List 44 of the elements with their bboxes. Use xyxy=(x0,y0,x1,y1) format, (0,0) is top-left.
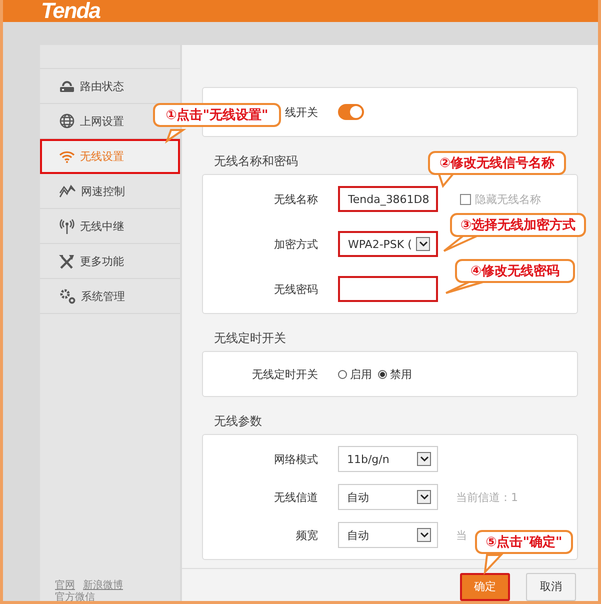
gears-icon xyxy=(59,288,76,304)
field-label: 网络模式 xyxy=(274,452,318,466)
cancel-button[interactable]: 取消 xyxy=(526,572,576,600)
password-field[interactable] xyxy=(338,276,438,302)
field-label: 无线密码 xyxy=(274,282,318,296)
chevron-down-icon xyxy=(418,241,428,247)
text-field[interactable]: Tenda_3861D8 xyxy=(338,186,438,212)
field-label: 加密方式 xyxy=(274,238,318,250)
dropdown[interactable]: 11b/g/n xyxy=(338,446,438,472)
tools-icon xyxy=(59,254,75,268)
field-label: 线开关 xyxy=(285,106,318,118)
chevron-down-icon xyxy=(420,456,428,462)
radio-button[interactable] xyxy=(338,370,347,378)
toggle-switch[interactable] xyxy=(338,104,364,120)
hint-text: 当前信道：1 xyxy=(456,490,518,504)
section-title: 无线参数 xyxy=(214,414,262,429)
section-title: 无线定时开关 xyxy=(214,331,286,346)
dropdown[interactable]: 自动 xyxy=(338,522,438,548)
globe-icon xyxy=(59,113,75,129)
radio-label: 启用 xyxy=(350,366,372,382)
sidebar-item[interactable]: 系统管理 xyxy=(40,279,180,314)
field-label: 无线信道 xyxy=(274,490,318,504)
line-chart-icon xyxy=(59,184,76,198)
router-icon xyxy=(59,79,75,93)
field-label: 频宽 xyxy=(296,528,318,542)
dropdown[interactable]: 自动 xyxy=(338,484,438,510)
field-label: 无线名称 xyxy=(274,192,318,206)
sidebar-item[interactable]: 无线中继 xyxy=(40,209,180,244)
radio-label: 禁用 xyxy=(390,366,412,382)
wifi-icon xyxy=(59,150,75,162)
logo: Tenda xyxy=(41,0,100,22)
sidebar-item[interactable]: 网速控制 xyxy=(40,174,180,209)
radio-button[interactable] xyxy=(378,370,387,378)
sidebar-item[interactable]: 更多功能 xyxy=(40,244,180,279)
dropdown[interactable]: WPA2-PSK ( xyxy=(338,231,438,257)
hint-text: 当 xyxy=(456,528,467,542)
field-label: 无线定时开关 xyxy=(252,368,318,380)
checkbox[interactable] xyxy=(460,194,471,204)
chevron-down-icon xyxy=(420,532,428,538)
antenna-icon xyxy=(59,218,75,234)
section-title: 无线名称和密码 xyxy=(214,154,298,169)
annotation-tooltip: ①点击"无线设置" xyxy=(153,103,281,127)
checkbox-label: 隐藏无线名称 xyxy=(475,192,541,206)
chevron-down-icon xyxy=(420,494,428,500)
